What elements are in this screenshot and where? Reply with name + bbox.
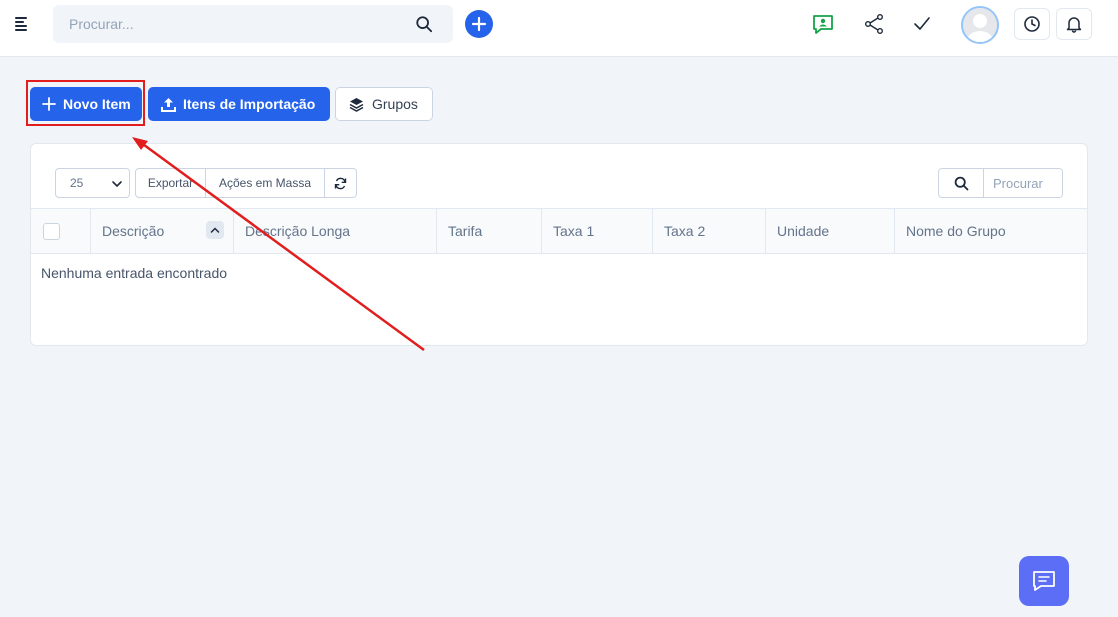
export-button[interactable]: Exportar: [136, 169, 206, 197]
clock-button[interactable]: [1014, 8, 1050, 40]
select-all-checkbox[interactable]: [43, 222, 60, 240]
column-header-tax-2[interactable]: Taxa 2: [653, 209, 766, 253]
search-icon[interactable]: [415, 15, 433, 33]
column-header-unit[interactable]: Unidade: [766, 209, 895, 253]
column-header-rate[interactable]: Tarifa: [437, 209, 542, 253]
groups-label: Grupos: [372, 96, 418, 112]
plus-icon: [471, 16, 487, 32]
global-search: [53, 5, 453, 43]
column-header-tax-1[interactable]: Taxa 1: [542, 209, 653, 253]
table-header: Descrição Descrição Longa Tarifa Taxa 1 …: [31, 208, 1087, 254]
bulk-actions-button[interactable]: Ações em Massa: [206, 169, 325, 197]
page-length-value: 25: [70, 176, 84, 190]
upload-icon: [161, 97, 176, 112]
chat-widget-button[interactable]: [1019, 556, 1069, 606]
column-header-description[interactable]: Descrição: [91, 209, 234, 253]
export-label: Exportar: [147, 176, 194, 190]
import-items-label: Itens de Importação: [183, 96, 316, 112]
items-table-card: 25 Exportar Ações em Massa Procurar Desc…: [30, 143, 1088, 346]
table-search-input[interactable]: [984, 169, 1062, 197]
import-items-button[interactable]: Itens de Importação: [148, 87, 330, 121]
user-avatar[interactable]: [961, 6, 999, 44]
menu-icon[interactable]: [15, 17, 31, 31]
chevron-down-icon: [112, 181, 122, 188]
layers-icon: [349, 97, 364, 112]
refresh-button[interactable]: [325, 169, 356, 197]
refresh-icon: [334, 177, 347, 189]
top-navbar: [0, 0, 1118, 57]
annotation-highlight-box: [26, 80, 145, 126]
clock-icon: [1024, 16, 1040, 32]
groups-button[interactable]: Grupos: [335, 87, 433, 121]
empty-table-message: Nenhuma entrada encontrado: [41, 265, 228, 281]
column-header-group-name[interactable]: Nome do Grupo: [895, 209, 1087, 253]
table-search: [938, 168, 1063, 198]
share-icon[interactable]: [862, 12, 886, 36]
table-toolbar-buttons: Exportar Ações em Massa: [135, 168, 357, 198]
global-search-input[interactable]: [53, 5, 453, 43]
check-icon[interactable]: [910, 12, 934, 36]
support-chat-icon[interactable]: [811, 12, 835, 36]
search-icon[interactable]: [939, 169, 984, 197]
column-header-long-description[interactable]: Descrição Longa: [234, 209, 437, 253]
bell-icon: [1066, 17, 1082, 33]
chat-icon: [1033, 571, 1055, 591]
select-all-cell: [31, 209, 91, 253]
notifications-button[interactable]: [1056, 8, 1092, 40]
quick-add-button[interactable]: [465, 10, 493, 38]
bulk-actions-label: Ações em Massa: [218, 176, 312, 190]
sort-asc-icon[interactable]: [206, 221, 224, 239]
page-length-select[interactable]: 25: [55, 168, 130, 198]
